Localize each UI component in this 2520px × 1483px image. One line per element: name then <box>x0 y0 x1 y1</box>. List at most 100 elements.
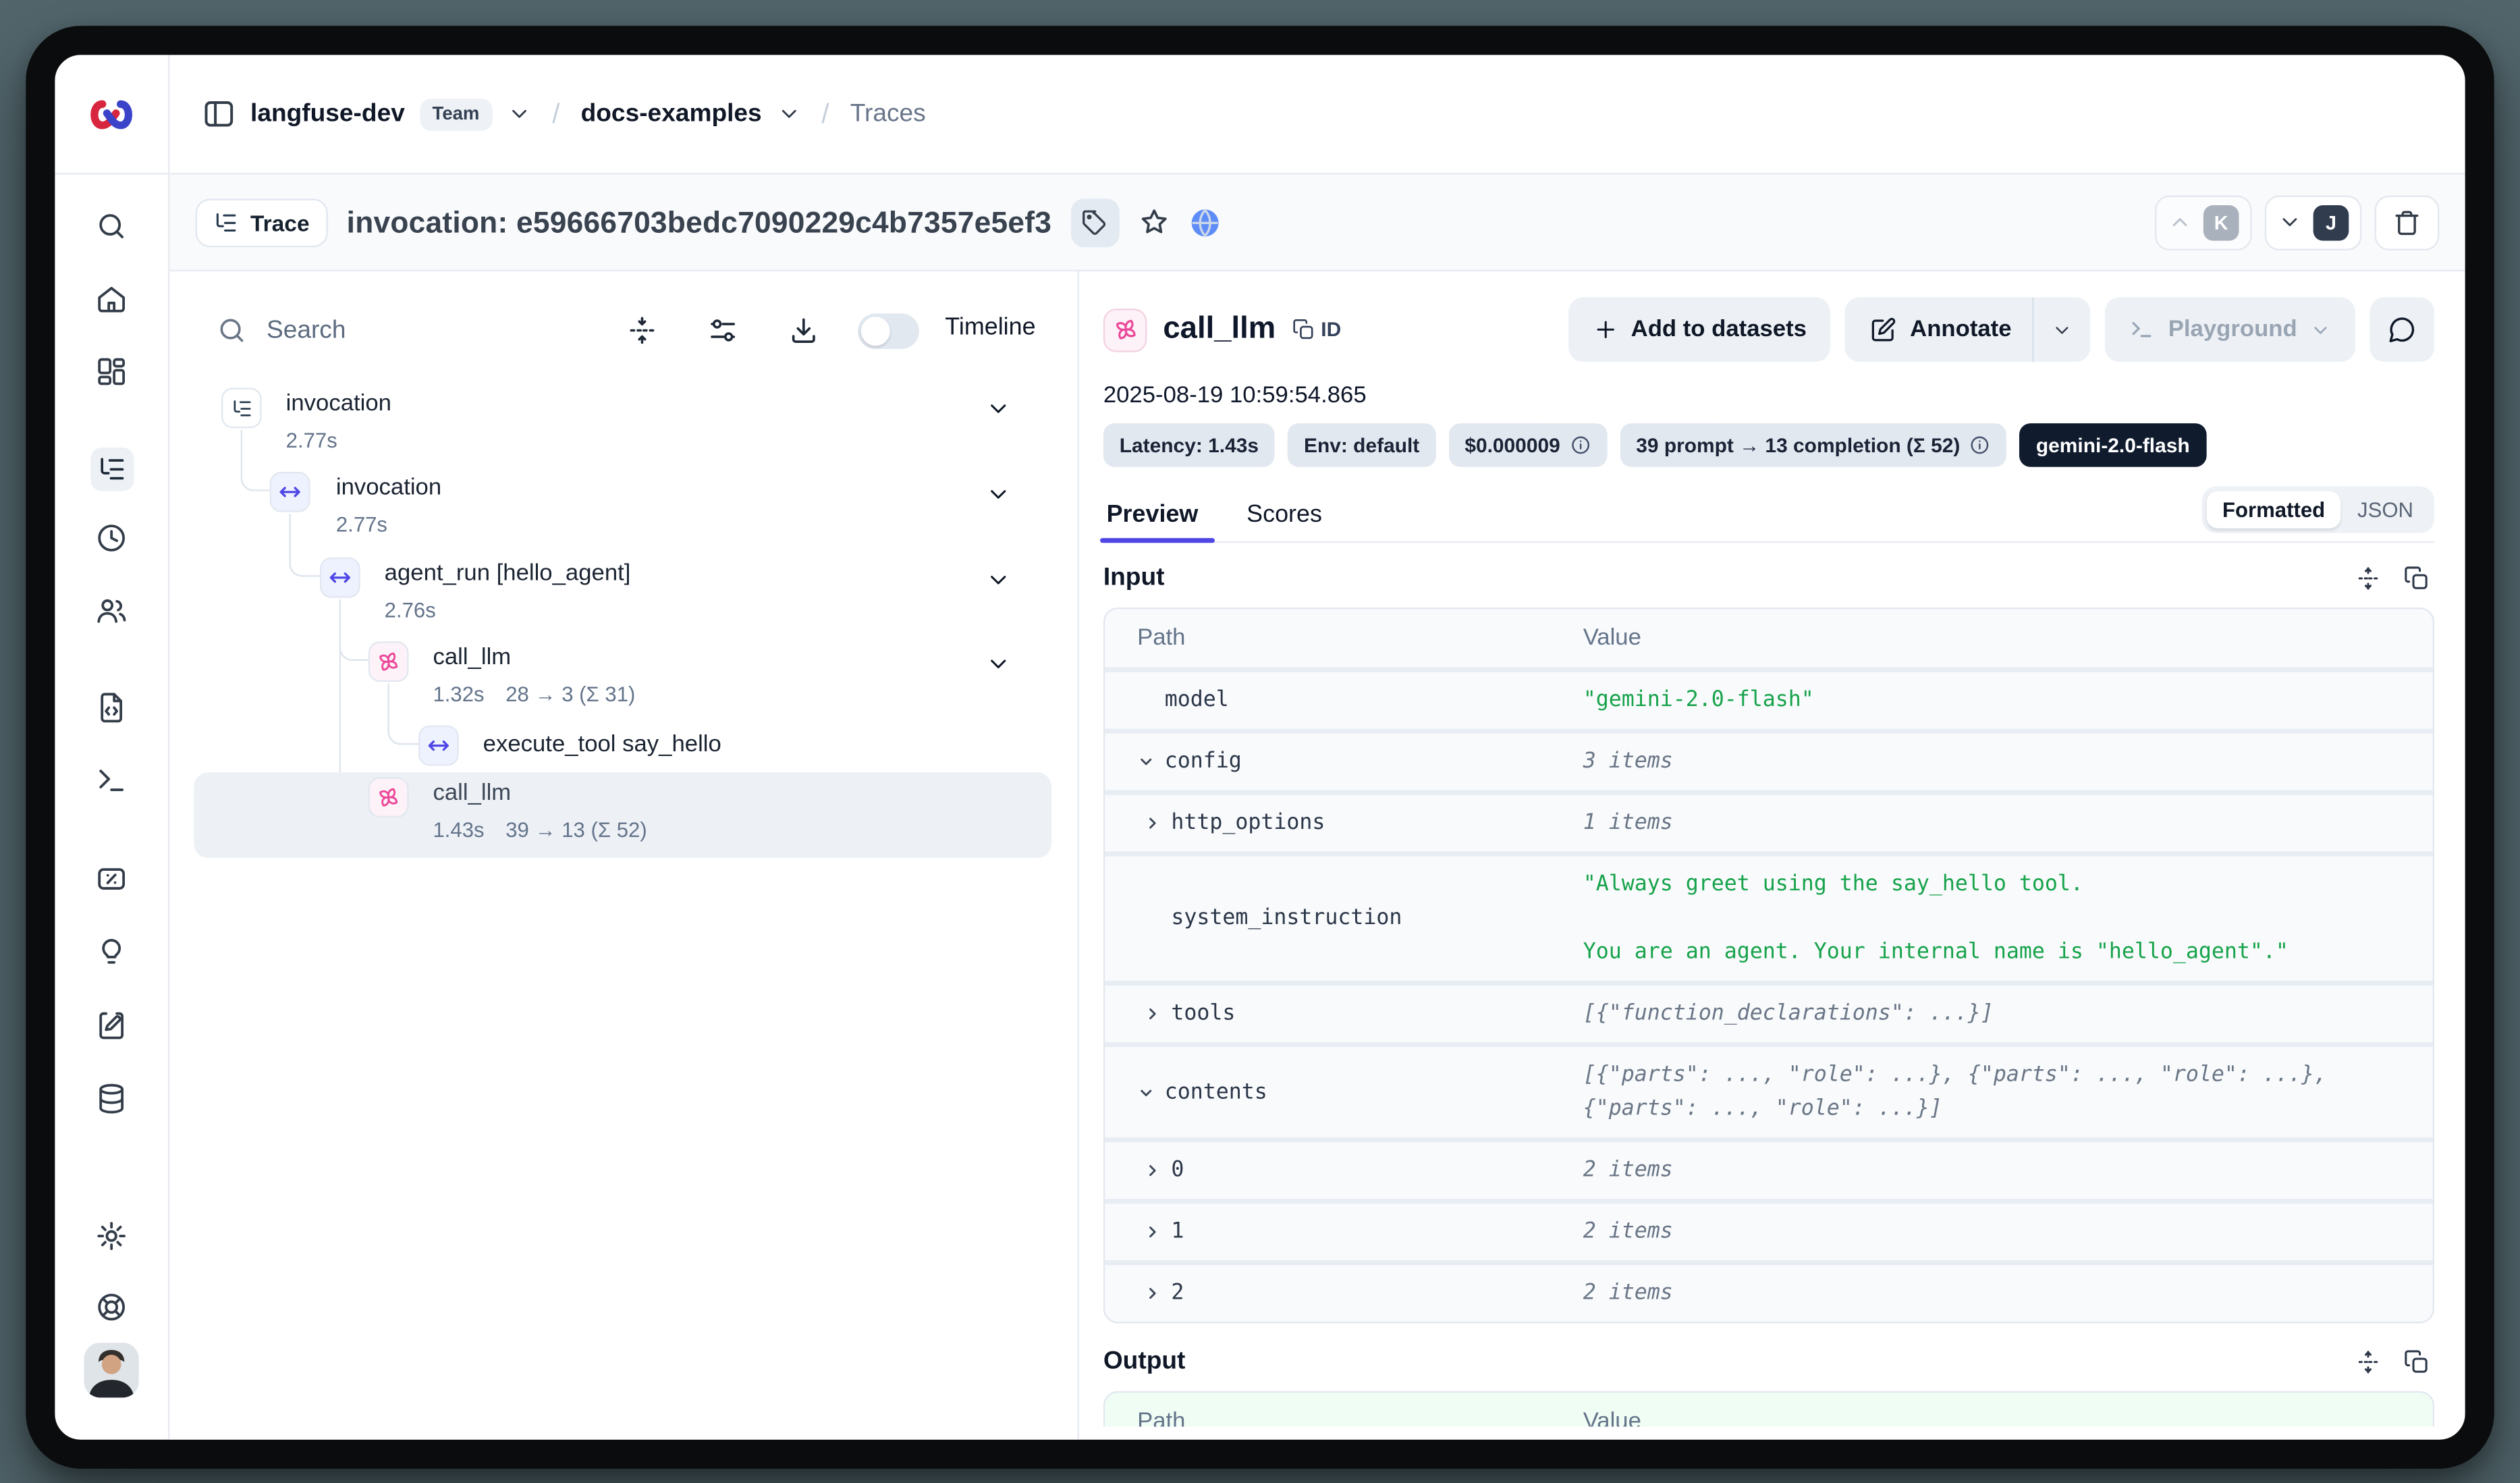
chevron-right-icon[interactable] <box>1144 1285 1161 1302</box>
knot-logo-icon <box>87 95 136 133</box>
metric-badges: Latency: 1.43s Env: default $0.000009 39… <box>1103 423 2434 467</box>
copy-icon[interactable] <box>2404 566 2430 591</box>
tracing-icon-active[interactable] <box>55 448 168 491</box>
collapse-node-icon[interactable] <box>985 481 1011 507</box>
breadcrumb-project[interactable]: langfuse-dev <box>250 99 405 128</box>
chevron-down-icon[interactable] <box>1137 753 1155 770</box>
support-lifebuoy-icon[interactable] <box>55 1291 168 1323</box>
table-row[interactable]: contents [{"parts": ..., "role": ...}, {… <box>1105 1047 2433 1142</box>
latency-badge: Latency: 1.43s <box>1103 423 1275 467</box>
expand-vertical-icon[interactable] <box>2355 1349 2381 1375</box>
table-row[interactable]: system_instruction "Always greet using t… <box>1105 857 2433 986</box>
breadcrumb-page[interactable]: Traces <box>850 99 926 128</box>
chevron-right-icon[interactable] <box>1144 1223 1161 1241</box>
add-to-datasets-button[interactable]: Add to datasets <box>1568 297 1831 362</box>
copy-icon[interactable] <box>2404 1349 2430 1375</box>
user-avatar[interactable] <box>55 1343 168 1397</box>
terminal-icon <box>2129 317 2155 342</box>
chevron-right-icon[interactable] <box>1144 1162 1161 1179</box>
search-icon <box>217 315 247 346</box>
org-logo[interactable] <box>55 55 169 173</box>
playground-button[interactable]: Playground <box>2105 297 2355 362</box>
sidebar-toggle-icon[interactable] <box>202 97 236 131</box>
sessions-clock-icon[interactable] <box>55 522 168 554</box>
format-json[interactable]: JSON <box>2341 490 2430 527</box>
prev-observation-button[interactable]: K <box>2155 194 2252 249</box>
selected-row-highlight <box>194 772 1051 858</box>
observation-tree-panel: Timeline <box>169 271 1079 1440</box>
col-value: Value <box>1583 1393 2433 1426</box>
info-icon <box>1570 435 1591 456</box>
public-share-button[interactable] <box>1189 206 1222 238</box>
home-icon[interactable] <box>55 283 168 315</box>
chevron-down-icon <box>2278 210 2302 234</box>
input-section-header: Input <box>1103 564 2434 593</box>
tab-preview[interactable]: Preview <box>1103 486 1201 541</box>
copy-icon <box>1292 319 1315 342</box>
chevron-down-icon <box>2052 319 2073 340</box>
tags-button[interactable] <box>1071 198 1120 246</box>
chevron-right-icon[interactable] <box>1144 814 1161 832</box>
token-usage-badge[interactable]: 39 prompt → 13 completion (Σ 52) <box>1620 423 2006 467</box>
expand-vertical-icon[interactable] <box>2355 566 2381 591</box>
terminal-icon[interactable] <box>55 764 168 797</box>
table-row[interactable]: 2 2 items <box>1105 1265 2433 1322</box>
annotate-button[interactable]: Annotate <box>1845 297 2032 362</box>
model-badge[interactable]: gemini-2.0-flash <box>2020 423 2206 467</box>
app-header: langfuse-dev Team / docs-examples / Trac… <box>55 55 2465 174</box>
users-icon[interactable] <box>55 595 168 627</box>
tab-scores[interactable]: Scores <box>1243 486 1325 541</box>
tree-connector <box>339 599 368 661</box>
preview-scroll-area[interactable]: Input Path Value <box>1103 543 2434 1426</box>
detail-actions: Add to datasets Annotate <box>1568 297 2434 362</box>
breadcrumb-separator: / <box>546 98 566 130</box>
observation-detail-panel: call_llm ID Add to datasets <box>1079 271 2465 1440</box>
tree-search-input[interactable] <box>267 308 574 354</box>
tree-settings-icon[interactable] <box>707 315 738 346</box>
format-formatted[interactable]: Formatted <box>2206 490 2341 527</box>
breadcrumb-section[interactable]: docs-examples <box>581 99 762 128</box>
trace-title: invocation: e59666703bedc7090229c4b7357e… <box>347 205 1051 240</box>
breadcrumb-separator: / <box>815 98 836 130</box>
table-row[interactable]: 1 2 items <box>1105 1204 2433 1265</box>
collapse-node-icon[interactable] <box>985 567 1011 593</box>
cost-badge[interactable]: $0.000009 <box>1448 423 1607 467</box>
detail-header: call_llm ID Add to datasets <box>1103 297 2434 362</box>
bookmark-star-button[interactable] <box>1139 207 1169 237</box>
next-observation-button[interactable]: J <box>2265 194 2362 249</box>
annotation-clipboard-icon[interactable] <box>55 1008 168 1041</box>
database-icon[interactable] <box>55 1083 168 1115</box>
chevron-up-icon <box>2168 210 2192 234</box>
dashboard-icon[interactable] <box>55 356 168 388</box>
timeline-toggle[interactable] <box>858 313 919 349</box>
project-switcher-chevron-icon[interactable] <box>507 102 531 126</box>
globe-icon <box>1189 206 1222 238</box>
table-row[interactable]: config 3 items <box>1105 734 2433 795</box>
lightbulb-icon[interactable] <box>55 936 168 968</box>
collapse-node-icon[interactable] <box>985 396 1011 421</box>
tag-icon <box>1081 209 1109 236</box>
copy-id-button[interactable]: ID <box>1292 319 1341 342</box>
search-nav-icon[interactable] <box>55 210 168 242</box>
download-icon[interactable] <box>788 315 819 346</box>
file-code-icon[interactable] <box>55 691 168 724</box>
table-row[interactable]: http_options 1 items <box>1105 795 2433 857</box>
section-switcher-chevron-icon[interactable] <box>776 102 800 126</box>
settings-gear-icon[interactable] <box>55 1220 168 1252</box>
output-section-header: Output <box>1103 1347 2434 1376</box>
trace-type-label: Trace <box>250 209 310 235</box>
table-row[interactable]: tools [{"function_declarations": ...}] <box>1105 986 2433 1047</box>
annotate-dropdown-button[interactable] <box>2033 297 2091 362</box>
table-row[interactable]: 0 2 items <box>1105 1142 2433 1204</box>
collapse-node-icon[interactable] <box>985 651 1011 677</box>
comments-button[interactable] <box>2370 297 2434 362</box>
delete-trace-button[interactable] <box>2375 194 2440 249</box>
chevron-right-icon[interactable] <box>1144 1005 1161 1023</box>
chevron-down-icon[interactable] <box>1137 1083 1155 1101</box>
observation-timestamp: 2025-08-19 10:59:54.865 <box>1103 383 2434 408</box>
evals-card-icon[interactable] <box>55 863 168 895</box>
collapse-all-icon[interactable] <box>627 315 657 346</box>
detail-tabs: Preview Scores Formatted JSON <box>1103 486 2434 543</box>
main-column: Trace invocation: e59666703bedc7090229c4… <box>169 175 2465 1440</box>
table-row[interactable]: model "gemini-2.0-flash" <box>1105 672 2433 734</box>
